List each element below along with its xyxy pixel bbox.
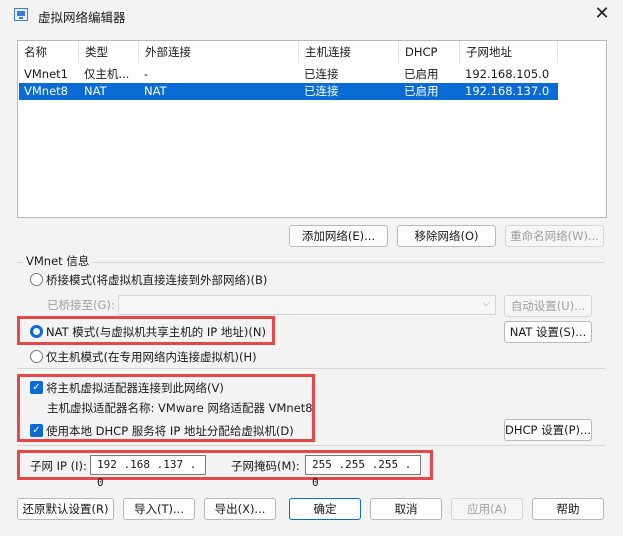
import-button[interactable]: 导入(T)... [123, 498, 195, 520]
use-dhcp-label: 使用本地 DHCP 服务将 IP 地址分配给虚拟机(D) [46, 424, 294, 438]
nat-settings-button[interactable]: NAT 设置(S)... [504, 321, 592, 343]
auto-settings-button[interactable]: 自动设置(U)... [504, 295, 592, 317]
bridged-mode-label: 桥接模式(将虚拟机直接连接到外部网络)(B) [46, 273, 268, 287]
table-row-selected[interactable]: VMnet8 NAT NAT 已连接 已启用 192.168.137.0 [19, 83, 558, 100]
divider [17, 368, 605, 369]
table-cell: 已启用 [404, 67, 439, 81]
cancel-button[interactable]: 取消 [370, 498, 442, 520]
hostonly-mode-label: 仅主机模式(在专用网络内连接虚拟机)(H) [46, 350, 257, 364]
connect-adapter-label: 将主机虚拟适配器连接到此网络(V) [46, 381, 224, 395]
table-cell: VMnet1 [24, 67, 68, 81]
table-cell: - [144, 67, 149, 81]
help-button[interactable]: 帮助 [532, 498, 604, 520]
subnet-ip-field[interactable]: 192 .168 .137 . 0 [90, 455, 206, 489]
remove-network-button[interactable]: 移除网络(O) [397, 225, 496, 247]
rename-network-button[interactable]: 重命名网络(W)... [505, 225, 604, 247]
bridged-to-select[interactable]: ⌵ [118, 295, 496, 315]
column-header-dhcp[interactable]: DHCP [399, 41, 460, 63]
nat-mode-radio[interactable] [30, 325, 43, 338]
use-dhcp-checkbox[interactable]: ✓ [30, 424, 43, 437]
bridged-to-label: 已桥接至(G): [47, 298, 115, 312]
hostonly-mode-radio[interactable] [30, 350, 43, 363]
export-button[interactable]: 导出(X)... [204, 498, 276, 520]
column-header-host[interactable]: 主机连接 [299, 41, 399, 63]
divider [17, 445, 605, 446]
chevron-down-icon: ⌵ [482, 298, 490, 309]
column-header-subnet[interactable]: 子网地址 [460, 41, 558, 63]
connect-adapter-checkbox[interactable]: ✓ [30, 381, 43, 394]
close-icon[interactable]: ✕ [591, 3, 613, 25]
table-cell: NAT [144, 84, 167, 98]
bridged-mode-radio[interactable] [30, 273, 43, 286]
table-cell: 192.168.137.0 [465, 84, 550, 98]
column-header-name[interactable]: 名称 [18, 41, 79, 63]
table-cell: 192.168.105.0 [465, 67, 550, 81]
table-cell: 已启用 [404, 84, 439, 98]
table-cell: 已连接 [304, 84, 339, 98]
table-row[interactable]: VMnet1 仅主机... - 已连接 已启用 192.168.105.0 [19, 66, 558, 83]
adapter-name-label: 主机虚拟适配器名称: VMware 网络适配器 VMnet8 [47, 401, 313, 415]
restore-defaults-button[interactable]: 还原默认设置(R) [17, 498, 114, 520]
ok-button[interactable]: 确定 [289, 498, 361, 520]
nat-mode-label: NAT 模式(与虚拟机共享主机的 IP 地址)(N) [46, 325, 266, 339]
network-editor-icon [14, 8, 28, 21]
table-cell: NAT [84, 84, 107, 98]
network-list[interactable]: 名称 类型 外部连接 主机连接 DHCP 子网地址 VMnet1 仅主机... … [17, 40, 607, 218]
apply-button[interactable]: 应用(A) [451, 498, 523, 520]
subnet-mask-field[interactable]: 255 .255 .255 . 0 [305, 455, 421, 489]
vmnet-info-label: VMnet 信息 [23, 253, 93, 269]
subnet-mask-label: 子网掩码(M): [231, 459, 300, 473]
add-network-button[interactable]: 添加网络(E)... [289, 225, 388, 247]
column-header-type[interactable]: 类型 [79, 41, 139, 63]
window-title: 虚拟网络编辑器 [38, 10, 126, 25]
column-header-external[interactable]: 外部连接 [139, 41, 299, 63]
table-cell: 仅主机... [84, 67, 130, 81]
table-cell: 已连接 [304, 67, 339, 81]
dhcp-settings-button[interactable]: DHCP 设置(P)... [504, 419, 592, 441]
table-cell: VMnet8 [24, 84, 68, 98]
subnet-ip-label: 子网 IP (I): [30, 459, 87, 473]
